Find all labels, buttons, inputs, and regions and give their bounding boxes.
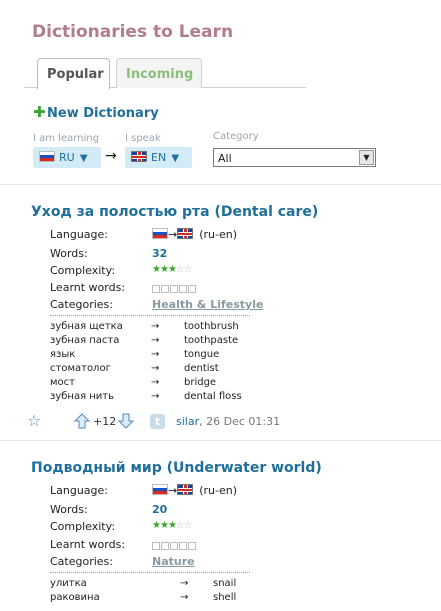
arrow-right-icon: → — [168, 228, 178, 241]
star-empty-icon: ☆ — [183, 264, 193, 275]
star-filled-icon: ★ — [152, 264, 161, 275]
language-code: (ru-en) — [199, 484, 238, 497]
learnt-words-label: Learnt words: — [50, 281, 126, 294]
progress-box — [152, 285, 160, 293]
star-filled-icon: ★ — [159, 264, 169, 275]
progress-box — [188, 285, 196, 293]
twitter-icon[interactable]: t — [150, 414, 165, 429]
learning-label: I am learning — [33, 133, 99, 144]
star-filled-icon: ★ — [167, 264, 177, 275]
arrow-right-icon: → — [105, 148, 117, 164]
progress-box — [188, 542, 196, 550]
progress-box — [152, 542, 160, 550]
category-link[interactable]: Health & Lifestyle — [152, 298, 263, 311]
divider — [0, 184, 441, 185]
flag-gb-icon — [177, 228, 194, 239]
star-filled-icon: ★ — [167, 520, 177, 531]
dictionary-title[interactable]: Уход за полостью рта (Dental care) — [31, 204, 318, 220]
category-select-value: All — [218, 152, 232, 165]
tab-bar: Popular Incoming — [24, 58, 306, 89]
language-label: Language: — [50, 228, 108, 241]
chevron-down-icon[interactable]: ▼ — [359, 150, 374, 165]
category-label: Category — [213, 131, 259, 142]
star-empty-icon: ☆ — [175, 520, 185, 531]
language-label: Language: — [50, 484, 108, 497]
learnt-words-progress — [152, 539, 197, 552]
progress-box — [179, 285, 187, 293]
star-outline-icon[interactable]: ☆ — [27, 411, 41, 430]
complexity-rating: ★★★☆☆ — [152, 520, 193, 531]
divider — [50, 315, 250, 316]
author-link[interactable]: silar — [176, 415, 199, 428]
progress-box — [179, 542, 187, 550]
flag-ru-icon — [152, 228, 168, 239]
author-info: silar, 26 Dec 01:31 — [176, 415, 280, 428]
post-date: , 26 Dec 01:31 — [199, 415, 281, 428]
category-link[interactable]: Nature — [152, 555, 195, 568]
flag-gb-icon — [177, 484, 194, 495]
words-count: 32 — [152, 247, 168, 260]
categories-label: Categories: — [50, 298, 113, 311]
learnt-words-label: Learnt words: — [50, 538, 126, 551]
flag-gb-icon — [131, 151, 147, 162]
star-empty-icon: ☆ — [183, 520, 193, 531]
arrow-up-icon[interactable] — [73, 413, 91, 429]
star-filled-icon: ★ — [152, 520, 161, 531]
chevron-down-icon: ▼ — [168, 153, 180, 164]
complexity-rating: ★★★☆☆ — [152, 264, 193, 275]
language-value: → (ru-en) — [152, 484, 237, 497]
star-filled-icon: ★ — [159, 520, 169, 531]
progress-box — [161, 542, 169, 550]
divider — [0, 440, 441, 441]
new-dictionary-label: New Dictionary — [47, 106, 159, 121]
learning-language-value: RU — [59, 151, 75, 164]
language-code: (ru-en) — [199, 228, 238, 241]
arrow-right-icon: → — [168, 484, 178, 497]
arrow-down-icon[interactable] — [117, 413, 135, 429]
vote-score: +12 — [93, 415, 117, 428]
progress-box — [161, 285, 169, 293]
new-dictionary-button[interactable]: ✚New Dictionary — [33, 103, 159, 121]
language-value: → (ru-en) — [152, 228, 237, 241]
words-label: Words: — [50, 247, 88, 260]
words-count: 20 — [152, 503, 168, 516]
speak-language-value: EN — [151, 151, 167, 164]
plus-icon: ✚ — [33, 103, 46, 121]
words-label: Words: — [50, 503, 88, 516]
divider — [50, 572, 250, 573]
category-select[interactable]: All ▼ — [213, 148, 376, 167]
categories-label: Categories: — [50, 555, 113, 568]
speak-label: I speak — [125, 133, 161, 144]
learnt-words-progress — [152, 282, 197, 295]
flag-ru-icon — [152, 484, 168, 495]
tab-popular[interactable]: Popular — [37, 58, 110, 89]
complexity-label: Complexity: — [50, 520, 116, 533]
progress-box — [170, 285, 178, 293]
learning-language-select[interactable]: RU ▼ — [33, 147, 101, 168]
complexity-label: Complexity: — [50, 264, 116, 277]
chevron-down-icon: ▼ — [76, 153, 88, 164]
dictionary-title[interactable]: Подводный мир (Underwater world) — [31, 460, 322, 476]
star-empty-icon: ☆ — [175, 264, 185, 275]
speak-language-select[interactable]: EN ▼ — [125, 147, 192, 168]
tab-incoming[interactable]: Incoming — [116, 58, 202, 88]
flag-ru-icon — [39, 151, 55, 162]
progress-box — [170, 542, 178, 550]
page-title: Dictionaries to Learn — [32, 22, 234, 42]
